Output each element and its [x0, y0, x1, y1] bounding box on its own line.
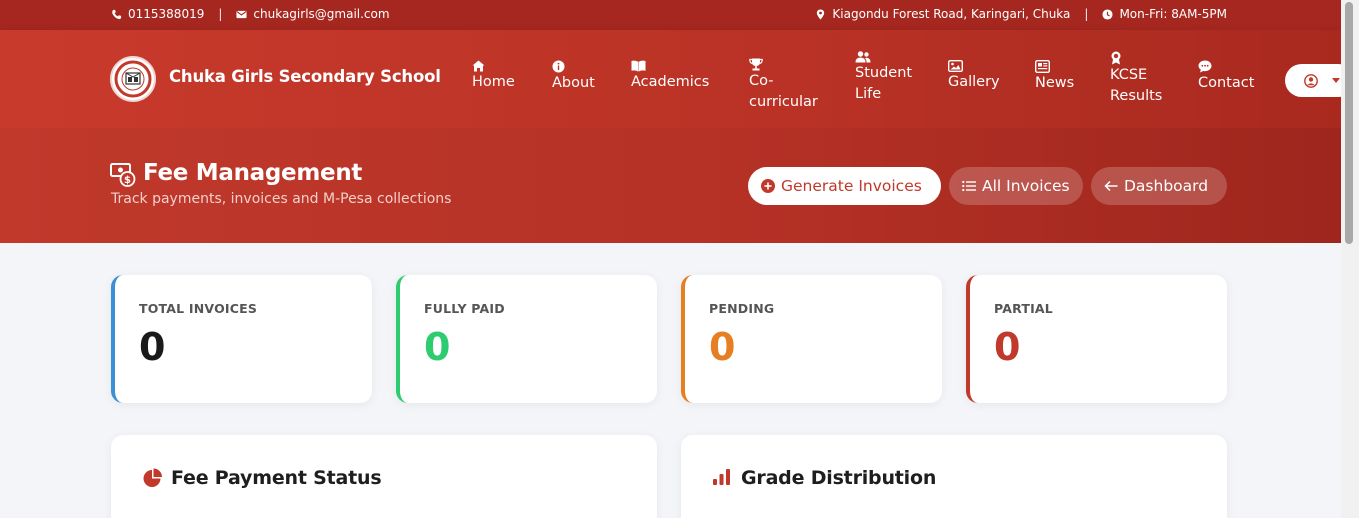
stat-label: PARTIAL	[994, 301, 1053, 316]
nav-label-line2: Results	[1110, 88, 1163, 104]
nav-label-line1: KCSE	[1110, 67, 1148, 83]
award-icon	[1111, 51, 1121, 65]
nav-label: Home	[472, 74, 515, 90]
stat-label: PENDING	[709, 301, 775, 316]
chevron-down-icon	[1332, 78, 1340, 83]
panel-title: Fee Payment Status	[171, 467, 382, 489]
nav-label: Contact	[1198, 75, 1255, 91]
button-label: Dashboard	[1124, 177, 1209, 195]
envelope-icon	[236, 10, 247, 18]
map-pin-icon	[817, 8, 825, 20]
stat-label: FULLY PAID	[424, 301, 505, 316]
grade-distribution-panel: Grade Distribution	[681, 435, 1227, 518]
nav-co-curricular[interactable]: Co- curricular	[749, 58, 818, 113]
phone-number[interactable]: 0115388019	[128, 7, 204, 21]
nav-kcse-results[interactable]: KCSE Results	[1110, 51, 1162, 107]
nav-news[interactable]: News	[1035, 60, 1074, 94]
school-crest-icon	[114, 60, 152, 98]
nav-label-line1: Co-	[749, 73, 774, 89]
button-label: Generate Invoices	[781, 177, 922, 195]
svg-text:$: $	[124, 175, 131, 186]
school-logo[interactable]	[110, 56, 156, 102]
stat-label: TOTAL INVOICES	[139, 301, 258, 316]
generate-invoices-button[interactable]: Generate Invoices	[748, 167, 941, 205]
nav-label: News	[1035, 75, 1075, 91]
users-icon	[855, 51, 871, 63]
nav-home[interactable]: Home	[472, 60, 515, 93]
phone-icon	[112, 9, 122, 19]
image-icon	[948, 60, 963, 72]
address-text: Kiagondu Forest Road, Karingari, Chuka	[832, 7, 1071, 21]
nav-label-line2: curricular	[749, 94, 818, 110]
nav-label: Gallery	[948, 74, 1000, 90]
chat-icon	[1198, 60, 1212, 73]
nav-contact[interactable]: Contact	[1198, 60, 1254, 94]
plus-circle-icon	[761, 179, 775, 193]
nav-label-line1: Student	[855, 65, 913, 81]
location-hours: Kiagondu Forest Road, Karingari, Chuka |…	[815, 7, 1227, 21]
top-info-bar: 0115388019 | chukagirls@gmail.com Kiagon…	[0, 0, 1341, 30]
school-name[interactable]: Chuka Girls Secondary School	[169, 67, 441, 86]
nav-label: Academics	[631, 74, 710, 90]
nav-label-line2: Life	[855, 86, 882, 102]
dashboard-button[interactable]: Dashboard	[1091, 167, 1227, 205]
stat-card-pending: PENDING 0	[681, 275, 942, 403]
stat-card-total-invoices: TOTAL INVOICES 0	[111, 275, 372, 403]
page-scrollbar[interactable]	[1341, 0, 1359, 518]
contact-info: 0115388019 | chukagirls@gmail.com	[111, 7, 390, 21]
separator: |	[218, 7, 223, 21]
bar-chart-icon	[713, 469, 730, 485]
all-invoices-button[interactable]: All Invoices	[949, 167, 1083, 205]
nav-about[interactable]: About	[552, 60, 595, 94]
nav-academics[interactable]: Academics	[631, 60, 709, 93]
separator: |	[1084, 7, 1089, 21]
nav-student-life[interactable]: Student Life	[855, 51, 912, 105]
pie-chart-icon	[143, 468, 162, 487]
email-address[interactable]: chukagirls@gmail.com	[253, 7, 389, 21]
nav-label: About	[552, 75, 595, 91]
page-hero: $ Fee Management Track payments, invoice…	[0, 128, 1341, 243]
list-icon	[962, 180, 976, 192]
book-icon	[631, 60, 646, 72]
page-subtitle: Track payments, invoices and M-Pesa coll…	[111, 191, 452, 207]
arrow-left-icon	[1104, 180, 1118, 192]
panel-title: Grade Distribution	[741, 467, 937, 489]
user-circle-icon	[1304, 74, 1318, 88]
stat-value: 0	[424, 325, 451, 369]
hours-text: Mon-Fri: 8AM-5PM	[1119, 7, 1227, 21]
home-icon	[472, 60, 485, 72]
button-label: All Invoices	[982, 177, 1070, 195]
scrollbar-thumb[interactable]	[1345, 2, 1353, 244]
fee-payment-status-panel: Fee Payment Status	[111, 435, 657, 518]
main-header: Chuka Girls Secondary School Home About …	[0, 30, 1355, 128]
clock-icon	[1102, 8, 1113, 20]
page-title: Fee Management	[143, 160, 363, 186]
stat-value: 0	[709, 325, 736, 369]
stat-card-fully-paid: FULLY PAID 0	[396, 275, 657, 403]
stat-card-partial: PARTIAL 0	[966, 275, 1227, 403]
money-bill-icon: $	[110, 163, 136, 187]
info-icon	[552, 60, 565, 73]
stat-value: 0	[139, 325, 166, 369]
trophy-icon	[749, 58, 763, 71]
newspaper-icon	[1035, 60, 1050, 73]
stat-value: 0	[994, 325, 1021, 369]
nav-gallery[interactable]: Gallery	[948, 60, 1000, 93]
